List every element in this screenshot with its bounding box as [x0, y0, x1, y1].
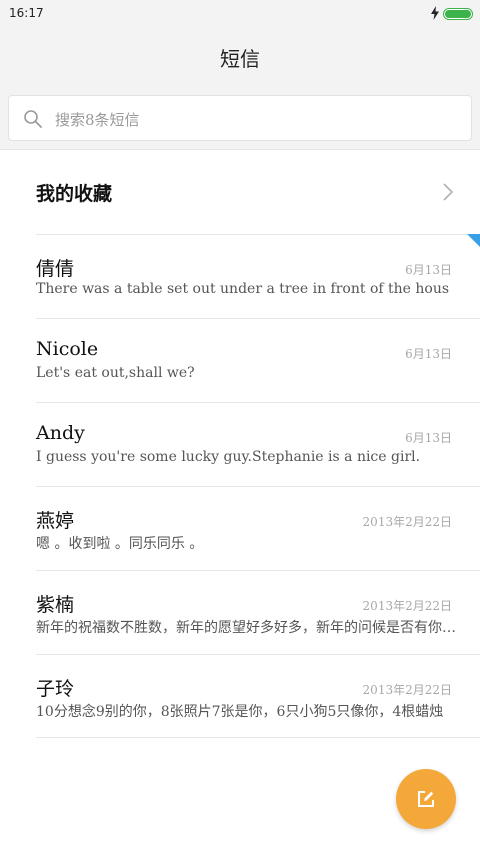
compose-icon [418, 791, 434, 807]
status-time: 16:17 [9, 6, 44, 20]
favorites-row[interactable]: 我的收藏 [0, 150, 480, 234]
message-preview: I guess you're some lucky guy.Stephanie … [36, 449, 421, 465]
contact-name: Andy [36, 422, 85, 444]
favorites-label: 我的收藏 [36, 183, 113, 205]
conversation-row[interactable]: 子玲 2013年2月22日 10分想念9别的你，8张照片7张是你，6只小狗5只像… [0, 654, 480, 738]
message-preview: 嗯 。收到啦 。同乐同乐 。 [36, 536, 204, 552]
message-date: 2013年2月22日 [362, 515, 452, 529]
conversation-list: 倩倩 6月13日 There was a table set out under… [0, 234, 480, 738]
contact-name: 燕婷 [36, 510, 75, 532]
conversation-row[interactable]: 紫楠 2013年2月22日 新年的祝福数不胜数，新年的愿望好多好多，新年的问候是… [0, 570, 480, 654]
battery-icon [443, 8, 473, 20]
contact-name: 紫楠 [36, 594, 75, 616]
unread-marker [467, 234, 480, 247]
message-preview: 10分想念9别的你，8张照片7张是你，6只小狗5只像你，4根蜡烛 [36, 704, 444, 720]
message-preview: There was a table set out under a tree i… [36, 281, 450, 297]
search-area: 搜索8条短信 [0, 86, 480, 150]
charging-bolt-icon [431, 6, 439, 20]
message-date: 6月13日 [405, 263, 452, 277]
contact-name: Nicole [36, 338, 99, 360]
page-title: 短信 [220, 47, 260, 71]
battery-fill [445, 10, 471, 18]
search-placeholder: 搜索8条短信 [55, 111, 140, 129]
contact-name: 倩倩 [36, 258, 75, 280]
message-preview: Let's eat out,shall we? [36, 365, 195, 381]
contact-name: 子玲 [36, 678, 75, 700]
conversation-row[interactable]: Nicole 6月13日 Let's eat out,shall we? [0, 318, 480, 402]
conversation-row[interactable]: 倩倩 6月13日 There was a table set out under… [0, 234, 480, 318]
status-bar: 16:17 [0, 0, 480, 28]
conversation-row[interactable]: 燕婷 2013年2月22日 嗯 。收到啦 。同乐同乐 。 [0, 486, 480, 570]
conversation-row[interactable]: Andy 6月13日 I guess you're some lucky guy… [0, 402, 480, 486]
message-date: 2013年2月22日 [362, 599, 452, 613]
message-preview: 新年的祝福数不胜数，新年的愿望好多好多，新年的问候是否有你的一份 [36, 620, 456, 636]
message-date: 6月13日 [405, 347, 452, 361]
search-input[interactable]: 搜索8条短信 [8, 95, 472, 141]
title-bar: 短信 [0, 28, 480, 86]
compose-button[interactable] [396, 769, 456, 829]
message-date: 6月13日 [405, 431, 452, 445]
message-date: 2013年2月22日 [362, 683, 452, 697]
chevron-right-icon [443, 183, 454, 201]
search-icon [24, 110, 42, 128]
